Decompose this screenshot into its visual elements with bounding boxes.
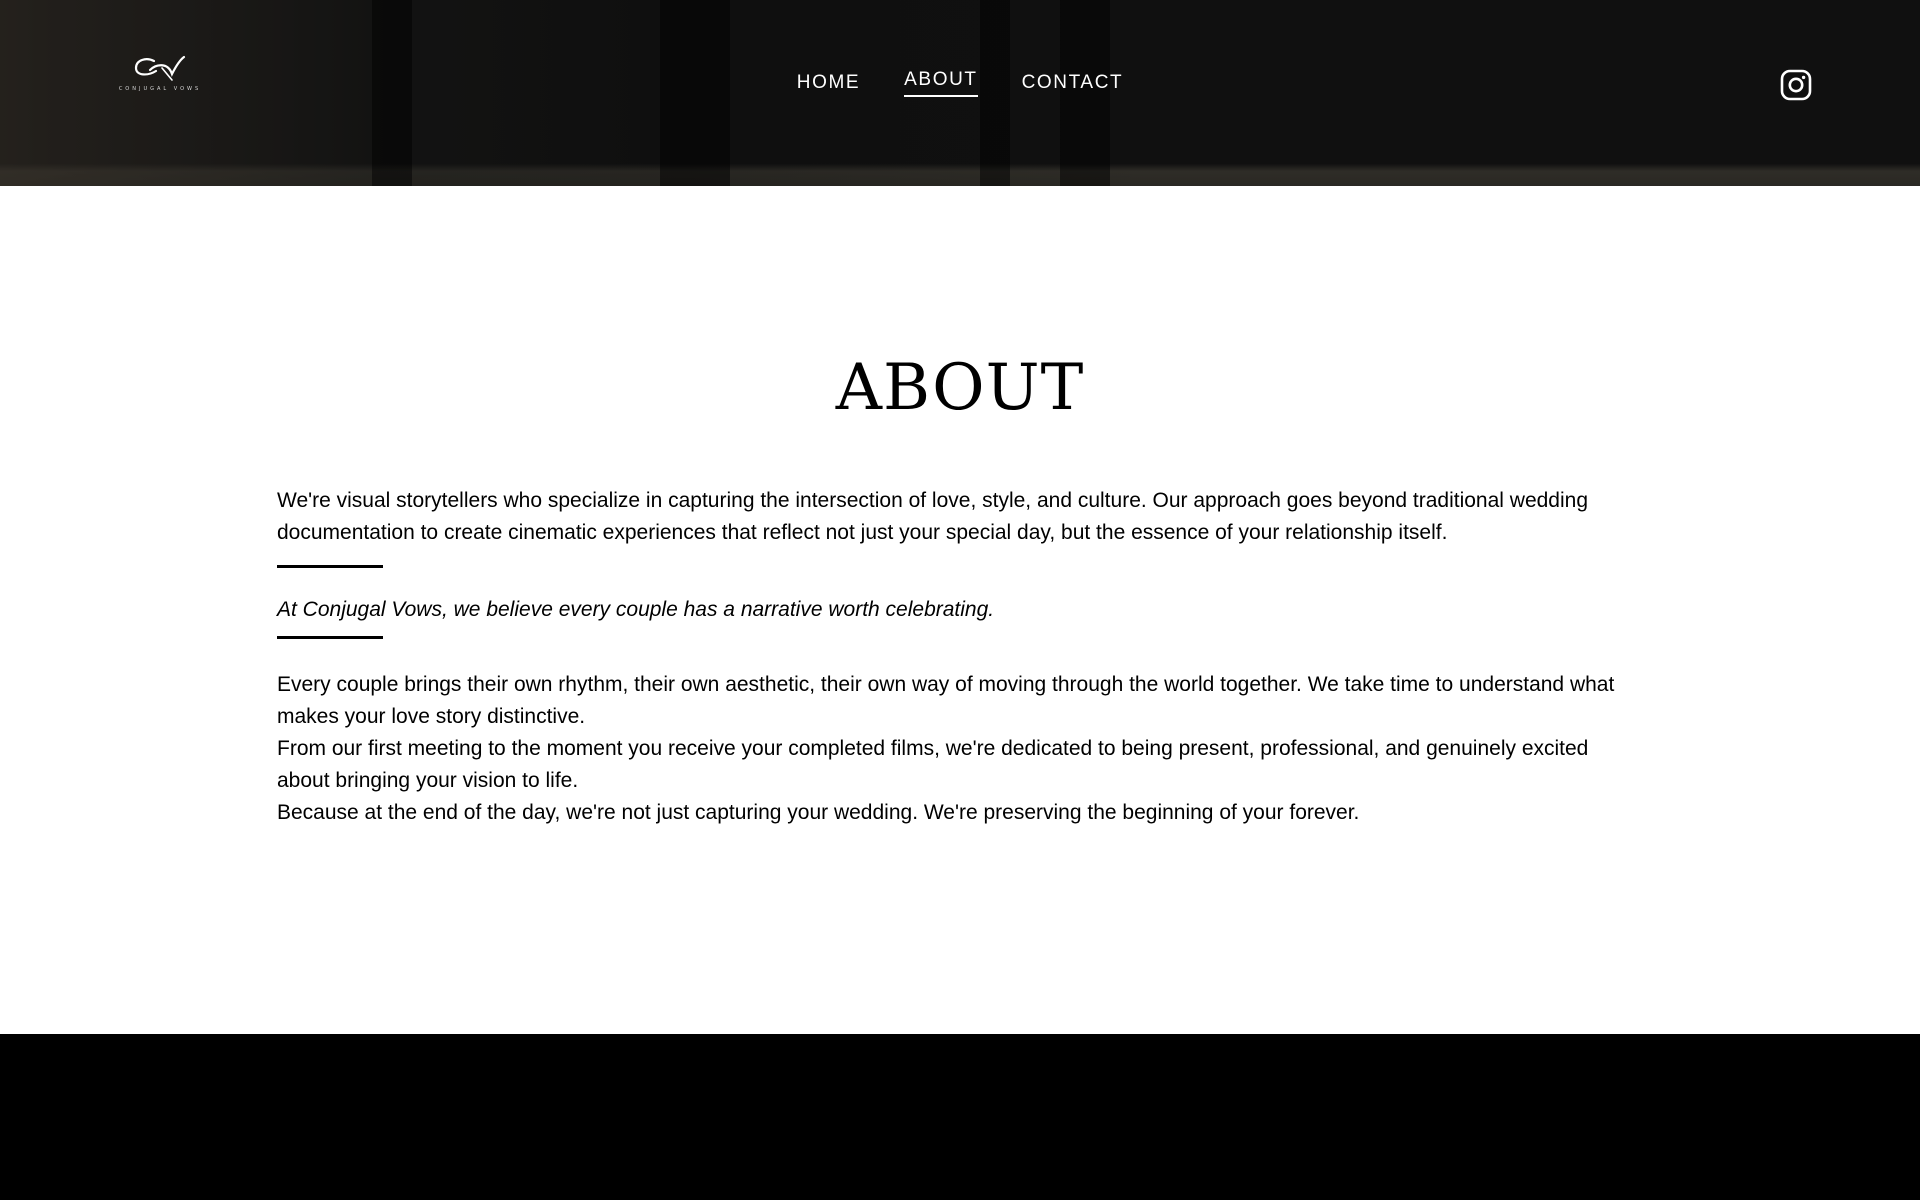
quote-text: At Conjugal Vows, we believe every coupl… [277,598,995,621]
divider [277,565,383,568]
main-nav: HOME ABOUT CONTACT [0,69,1920,112]
nav-about[interactable]: ABOUT [904,69,978,97]
body-paragraph: From our first meeting to the moment you… [277,737,1589,792]
instagram-icon[interactable] [1780,69,1812,101]
intro-paragraph: We're visual storytellers who specialize… [277,489,1589,544]
page-title: ABOUT [835,351,1085,425]
body-paragraph: Because at the end of the day, we're not… [277,801,1360,824]
site-footer [0,1034,1920,1200]
site-header: CONJUGAL VOWS HOME ABOUT CONTACT [0,0,1920,186]
body-paragraph: Every couple brings their own rhythm, th… [277,673,1615,728]
about-content: We're visual storytellers who specialize… [277,485,1643,829]
divider [277,636,383,639]
nav-home[interactable]: HOME [797,72,860,100]
nav-contact[interactable]: CONTACT [1022,72,1124,100]
